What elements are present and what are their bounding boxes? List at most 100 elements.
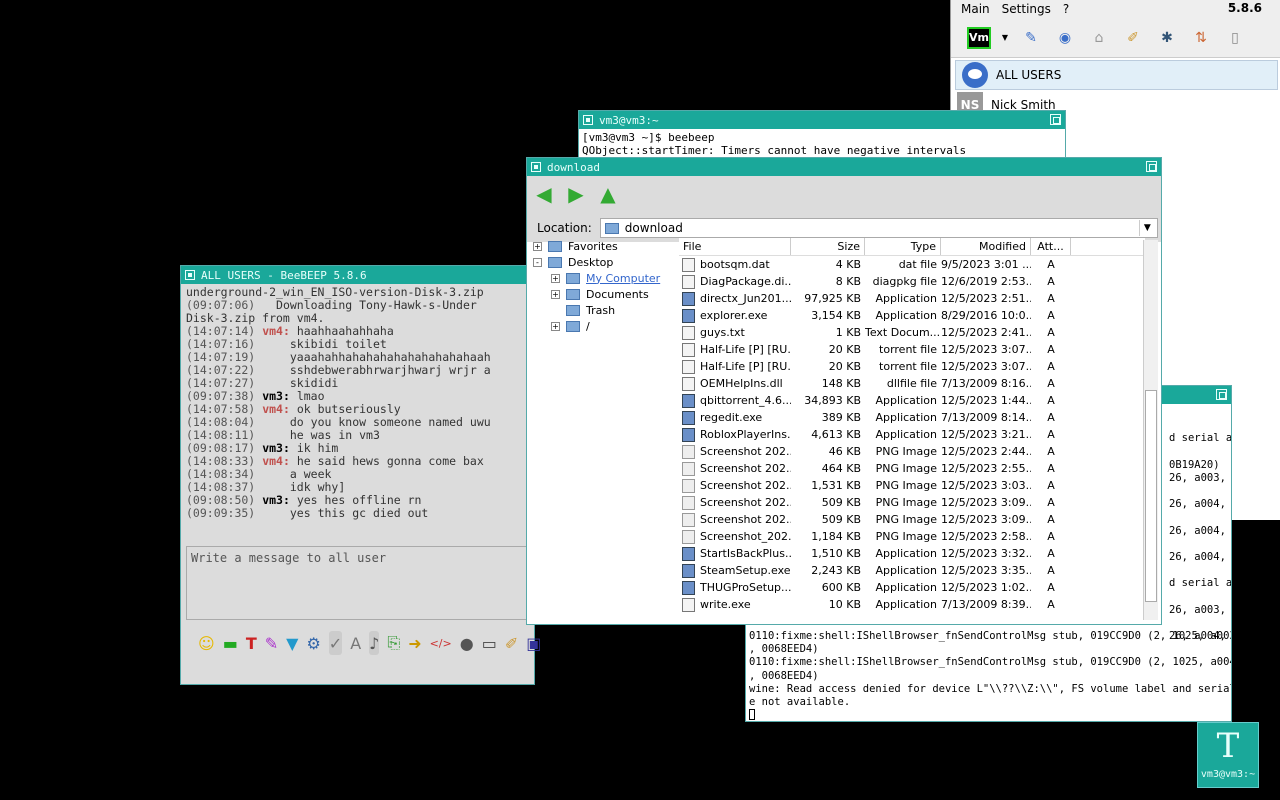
tree-item[interactable]: Trash — [531, 302, 679, 318]
expand-icon[interactable]: - — [533, 257, 542, 267]
file-row[interactable]: Screenshot_202... 1,184 KB PNG Image 12/5/2… — [679, 528, 1145, 545]
chevron-down-icon[interactable]: ▼ — [1138, 220, 1155, 236]
file-row[interactable]: StartIsBackPlus... 1,510 KB Application 12/… — [679, 545, 1145, 562]
file-row[interactable]: Screenshot 202... 464 KB PNG Image 12/5/202… — [679, 460, 1145, 477]
file-name-cell: Half-Life [P] [RU... — [679, 342, 791, 357]
trash-icon[interactable]: ▯ — [1223, 26, 1247, 50]
file-row[interactable]: write.exe 10 KB Application 7/13/2009 8:39.… — [679, 596, 1145, 613]
file-name: Screenshot_202... — [700, 530, 791, 543]
file-row[interactable]: Half-Life [P] [RU... 20 KB torrent file 12/… — [679, 358, 1145, 375]
back-icon[interactable]: ◀ — [533, 184, 555, 206]
column-type[interactable]: Type — [865, 238, 941, 255]
expand-icon[interactable]: + — [551, 273, 560, 283]
column-attributes[interactable]: Att... — [1031, 238, 1071, 255]
chat-timestamp: (09:08:17) — [186, 441, 256, 455]
vm-status-icon[interactable]: Vm — [967, 26, 991, 49]
scrollbar-thumb[interactable] — [1145, 390, 1157, 602]
maximize-icon[interactable] — [1216, 389, 1227, 400]
file-row[interactable]: Screenshot 202... 1,531 KB PNG Image 12/5/2… — [679, 477, 1145, 494]
tree-item[interactable]: + Documents — [531, 286, 679, 302]
file-modified: 12/5/2023 3:07... — [941, 343, 1031, 356]
filter-icon[interactable]: ▼ — [286, 631, 298, 655]
file-row[interactable]: guys.txt 1 KB Text Docum... 12/5/2023 2:41.… — [679, 324, 1145, 341]
network-icon[interactable]: ⇅ — [1189, 26, 1213, 50]
column-modified[interactable]: Modified — [941, 238, 1031, 255]
title-bar[interactable]: ALL USERS - BeeBEEP 5.8.6 — [181, 266, 534, 284]
file-row[interactable]: directx_Jun201... 97,925 KB Application 12/… — [679, 290, 1145, 307]
chat-window[interactable]: ALL USERS - BeeBEEP 5.8.6 underground-2_… — [180, 265, 541, 685]
expand-icon[interactable]: + — [533, 241, 542, 251]
font-icon[interactable]: T — [246, 631, 257, 655]
edit-profile-icon[interactable]: ✎ — [1019, 26, 1043, 50]
color-icon[interactable]: ✎ — [265, 631, 278, 655]
up-icon[interactable]: ▲ — [597, 184, 619, 206]
share-icon[interactable]: ➜ — [408, 631, 421, 655]
maximize-icon[interactable] — [1146, 161, 1157, 172]
column-file[interactable]: File — [679, 238, 791, 255]
note-icon[interactable]: ✐ — [1121, 26, 1145, 50]
save-icon[interactable]: ▣ — [526, 631, 541, 655]
emoji-list-icon[interactable]: ▬ — [223, 631, 238, 655]
expand-icon[interactable]: + — [551, 289, 560, 299]
record-icon[interactable]: ● — [460, 631, 474, 655]
file-row[interactable]: THUGProSetup.... 600 KB Application 12/5/20… — [679, 579, 1145, 596]
image-file-icon — [682, 495, 695, 510]
file-row[interactable]: qbittorrent_4.6.... 34,893 KB Application 1… — [679, 392, 1145, 409]
home-icon[interactable]: ⌂ — [1087, 26, 1111, 50]
chat-message: yes hes offline rn — [289, 493, 422, 507]
settings-icon[interactable]: ⚙ — [306, 631, 320, 655]
file-row[interactable]: OEMHelpIns.dll 148 KB dllfile file 7/13/200… — [679, 375, 1145, 392]
file-row[interactable]: DiagPackage.di... 8 KB diagpkg file 12/6/20… — [679, 273, 1145, 290]
file-row[interactable]: Half-Life [P] [RU... 20 KB torrent file 12/… — [679, 341, 1145, 358]
taskbar-terminal-button[interactable]: T vm3@vm3:~ — [1197, 722, 1259, 788]
send-file-icon[interactable]: ⎘ — [387, 631, 400, 655]
file-row[interactable]: Screenshot 202... 509 KB PNG Image 12/5/202… — [679, 511, 1145, 528]
file-row[interactable]: bootsqm.dat 4 KB dat file 9/5/2023 3:01 ...… — [679, 256, 1145, 273]
message-input[interactable]: Write a message to all user — [186, 546, 531, 620]
code-icon[interactable]: </> — [430, 631, 452, 655]
music-icon[interactable]: ♪ — [369, 631, 380, 655]
folder-icon — [566, 288, 580, 300]
forward-icon[interactable]: ▶ — [565, 184, 587, 206]
tree-item[interactable]: + / — [531, 318, 679, 334]
chat-timestamp: (14:08:04) — [186, 415, 256, 429]
location-combo[interactable]: download ▼ — [599, 218, 1158, 238]
tree-item[interactable]: - Desktop — [531, 254, 679, 270]
file-row[interactable]: Screenshot 202... 46 KB PNG Image 12/5/2023… — [679, 443, 1145, 460]
tools-icon[interactable]: ✱ — [1155, 26, 1179, 50]
title-bar[interactable]: download — [527, 158, 1161, 176]
status-dropdown-icon[interactable]: ▼ — [1001, 26, 1009, 50]
spell-icon[interactable]: ✓ — [328, 631, 343, 655]
file-row[interactable]: Screenshot 202... 509 KB PNG Image 12/5/202… — [679, 494, 1145, 511]
broadcast-icon[interactable]: ◉ — [1053, 26, 1077, 50]
menu-help[interactable]: ? — [1063, 2, 1069, 16]
file-row[interactable]: regedit.exe 389 KB Application 7/13/2009 8:… — [679, 409, 1145, 426]
menu-main[interactable]: Main — [961, 2, 990, 16]
document-icon — [682, 597, 695, 612]
terminal-line: 0110:fixme:shell:IShellBrowser_fnSendCon… — [749, 630, 1231, 642]
expand-icon[interactable]: + — [551, 321, 560, 331]
screenshot-icon[interactable]: ▭ — [482, 631, 497, 655]
window-title: vm3@vm3:~ — [599, 113, 659, 127]
application-icon — [682, 563, 695, 578]
column-size[interactable]: Size — [791, 238, 865, 255]
file-type: Text Docum... — [865, 326, 941, 339]
maximize-icon[interactable] — [1050, 114, 1061, 125]
file-row[interactable]: explorer.exe 3,154 KB Application 8/29/2016… — [679, 307, 1145, 324]
user-row-all[interactable]: ALL USERS — [955, 60, 1278, 90]
title-bar[interactable]: vm3@vm3:~ — [579, 111, 1065, 129]
document-icon — [682, 376, 695, 391]
tree-item[interactable]: + Favorites — [531, 238, 679, 254]
notes-icon[interactable]: ✐ — [505, 631, 518, 655]
tree-item[interactable]: + My Computer — [531, 270, 679, 286]
file-attributes: A — [1047, 547, 1055, 560]
file-manager-window[interactable]: download ◀ ▶ ▲ Location: download ▼ + Fav… — [526, 157, 1162, 625]
file-row[interactable]: RobloxPlayerIns... 4,613 KB Application 12/… — [679, 426, 1145, 443]
file-row[interactable]: SteamSetup.exe 2,243 KB Application 12/5/20… — [679, 562, 1145, 579]
file-name: Screenshot 202... — [700, 513, 791, 526]
emoji-icon[interactable]: ☺ — [198, 631, 215, 655]
menu-settings[interactable]: Settings — [1002, 2, 1051, 16]
vertical-scrollbar[interactable] — [1143, 240, 1158, 620]
text-icon[interactable]: A — [350, 631, 361, 655]
file-modified: 12/5/2023 3:03... — [941, 479, 1031, 492]
